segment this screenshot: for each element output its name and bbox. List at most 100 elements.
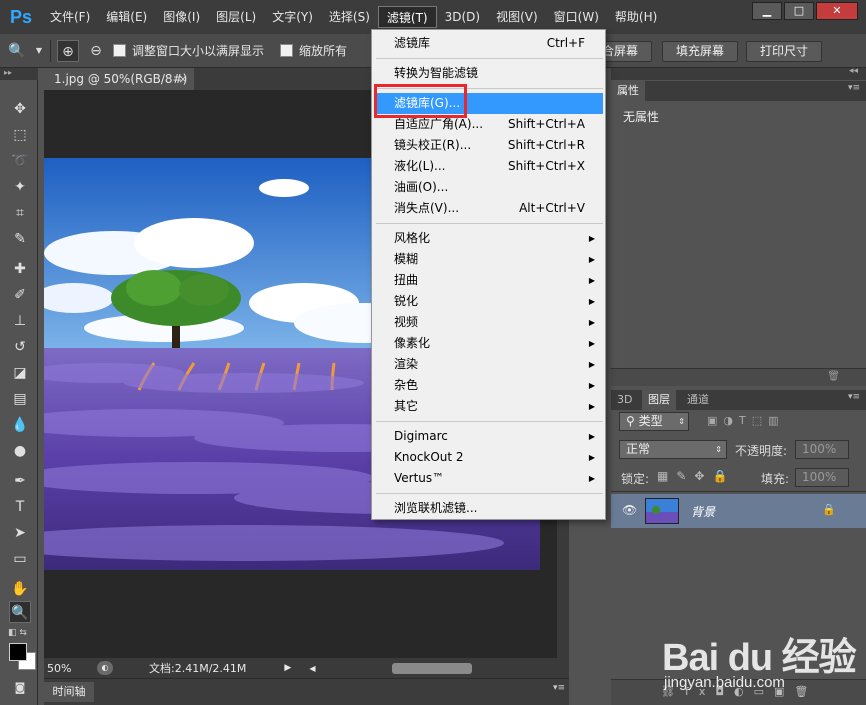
scroll-left-icon[interactable]: ◀ [309,664,315,673]
move-tool-icon[interactable]: ✥ [9,98,31,120]
filter-menu-item[interactable]: Digimarc ▶ [374,426,603,447]
menu-separator [376,493,603,494]
eyedropper-tool-icon[interactable]: ✎ [9,228,31,250]
pen-tool-icon[interactable]: ✒ [9,470,31,492]
filter-menu-item[interactable]: KnockOut 2 ▶ [374,447,603,468]
filter-menu-item[interactable]: 风格化 ▶ [374,228,603,249]
type-tool-icon[interactable]: T [9,496,31,518]
timeline-panel: 时间轴 ▾≡ [44,678,569,705]
filter-menu-item[interactable]: 镜头校正(R)... Shift+Ctrl+R [374,135,603,156]
filter-menu-item[interactable]: 扭曲 ▶ [374,270,603,291]
tab-3d[interactable]: 3D [611,390,638,410]
document-tab[interactable]: 1.jpg @ 50%(RGB/8#) × [44,68,194,90]
menu-item-3[interactable]: 图层(L) [208,6,264,28]
clone-stamp-tool-icon[interactable]: ⊥ [9,310,31,332]
filter-menu-item[interactable]: 像素化 ▶ [374,333,603,354]
status-arrow-icon[interactable]: ▶ [284,663,291,673]
menu-item-8[interactable]: 视图(V) [488,6,546,28]
filter-menu-item[interactable]: 液化(L)... Shift+Ctrl+X [374,156,603,177]
healing-brush-tool-icon[interactable]: ✚ [9,258,31,280]
menu-item-0[interactable]: 文件(F) [42,6,98,28]
tab-properties[interactable]: 属性 [611,81,645,101]
filter-menu-item[interactable]: Vertus™ ▶ [374,468,603,489]
menu-item-5[interactable]: 选择(S) [321,6,378,28]
zoom-in-icon[interactable]: ⊕ [57,39,79,62]
gradient-tool-icon[interactable]: ▤ [9,388,31,410]
opacity-input[interactable]: 100% [795,440,849,459]
filter-menu-item-label: 扭曲 [394,273,419,287]
menu-item-1[interactable]: 编辑(E) [98,6,155,28]
tab-channels[interactable]: 通道 [681,390,715,410]
filter-menu-item[interactable]: 消失点(V)... Alt+Ctrl+V [374,198,603,219]
trash-icon[interactable]: 🗑 [827,371,840,382]
rectangle-tool-icon[interactable]: ▭ [9,548,31,570]
maximize-button[interactable]: □ [784,2,814,20]
menu-separator [376,223,603,224]
lock-icon: 🔒 [822,503,836,516]
filter-menu-item[interactable]: 锐化 ▶ [374,291,603,312]
path-selection-tool-icon[interactable]: ➤ [9,522,31,544]
layer-row[interactable]: 👁 背景 🔒 [611,494,866,528]
annotation-highlight-box [374,84,467,118]
filter-menu-item[interactable]: 模糊 ▶ [374,249,603,270]
filter-menu-item[interactable]: 渲染 ▶ [374,354,603,375]
layers-menu-icon[interactable]: ▾≡ [848,392,860,402]
print-size-button[interactable]: 打印尺寸 [746,41,822,62]
menu-item-10[interactable]: 帮助(H) [607,6,665,28]
zoom-out-icon[interactable]: ⊖ [85,40,107,62]
zoom-all-checkbox[interactable] [280,44,294,57]
timeline-tab[interactable]: 时间轴 [44,682,94,702]
zoom-level[interactable]: 50% [47,662,87,675]
filter-menu-item[interactable]: 其它 ▶ [374,396,603,417]
filter-menu-item[interactable]: 杂色 ▶ [374,375,603,396]
dropdown-arrow-icon[interactable]: ▼ [34,40,44,62]
foreground-color-swatch[interactable] [9,643,27,661]
tab-layers[interactable]: 图层 [642,390,676,410]
menu-item-2[interactable]: 图像(I) [155,6,208,28]
lock-icons[interactable]: ▦✎✥🔒 [657,469,735,483]
filter-menu-item[interactable]: 油画(O)... [374,177,603,198]
close-button[interactable]: ✕ [816,2,858,20]
minimize-button[interactable]: ▁ [752,2,782,20]
menu-item-7[interactable]: 3D(D) [437,6,488,28]
menu-item-6[interactable]: 滤镜(T) [377,6,437,28]
zoom-tool-icon[interactable]: 🔍 [6,40,28,62]
tools-collapse-icon[interactable]: ▸▸ [0,68,38,80]
filter-menu-item[interactable]: 转换为智能滤镜 [374,63,603,84]
submenu-arrow-icon: ▶ [588,360,595,369]
eraser-tool-icon[interactable]: ◪ [9,362,31,384]
zoom-tool-icon[interactable]: 🔍 [9,601,31,623]
magic-wand-tool-icon[interactable]: ✦ [9,176,31,198]
menu-item-9[interactable]: 窗口(W) [546,6,607,28]
properties-menu-icon[interactable]: ▾≡ [848,83,860,93]
panel-collapse-icon[interactable]: ◂◂ [849,66,858,76]
horizontal-scroll-thumb[interactable] [392,663,472,674]
resize-windows-checkbox[interactable] [113,44,126,57]
blur-tool-icon[interactable]: 💧 [9,414,31,436]
default-colors-icon[interactable]: ◧ ⇆ [8,628,27,638]
filter-menu-item-label: 消失点(V)... [394,201,460,215]
menu-item-4[interactable]: 文字(Y) [264,6,321,28]
window-controls: ▁ □ ✕ [752,2,858,20]
blend-mode-select[interactable]: 正常 ⇕ [619,440,727,459]
quick-mask-icon[interactable]: ◙ [9,677,31,699]
history-brush-tool-icon[interactable]: ↺ [9,336,31,358]
filter-menu-item[interactable]: 滤镜库 Ctrl+F [374,33,603,54]
filter-menu-item[interactable]: 视频 ▶ [374,312,603,333]
dodge-tool-icon[interactable]: ● [9,440,31,462]
hand-tool-icon[interactable]: ✋ [9,578,31,600]
filter-menu-item[interactable]: 浏览联机滤镜... [374,498,603,519]
fill-input[interactable]: 100% [795,468,849,487]
document-close-icon[interactable]: × [178,68,188,90]
timeline-menu-icon[interactable]: ▾≡ [553,683,565,693]
fill-screen-button[interactable]: 填充屏幕 [662,41,738,62]
status-menu-icon[interactable]: ◐ [97,661,113,675]
brush-tool-icon[interactable]: ✐ [9,284,31,306]
marquee-tool-icon[interactable]: ⬚ [9,124,31,146]
layer-filter-icons[interactable]: ▣◑T⬚▥ [707,414,785,427]
layer-filter-select[interactable]: ⚲ 类型 ⇕ [619,412,689,431]
lasso-tool-icon[interactable]: ➰ [9,150,31,172]
tools-panel: ▸▸ ✥ ⬚ ➰ ✦ ⌗ ✎ ✚ ✐ ⊥ ↺ ◪ ▤ 💧 ● ✒ T ➤ ▭ ✋… [0,68,38,705]
eye-icon[interactable]: 👁 [622,503,637,517]
crop-tool-icon[interactable]: ⌗ [9,202,31,224]
